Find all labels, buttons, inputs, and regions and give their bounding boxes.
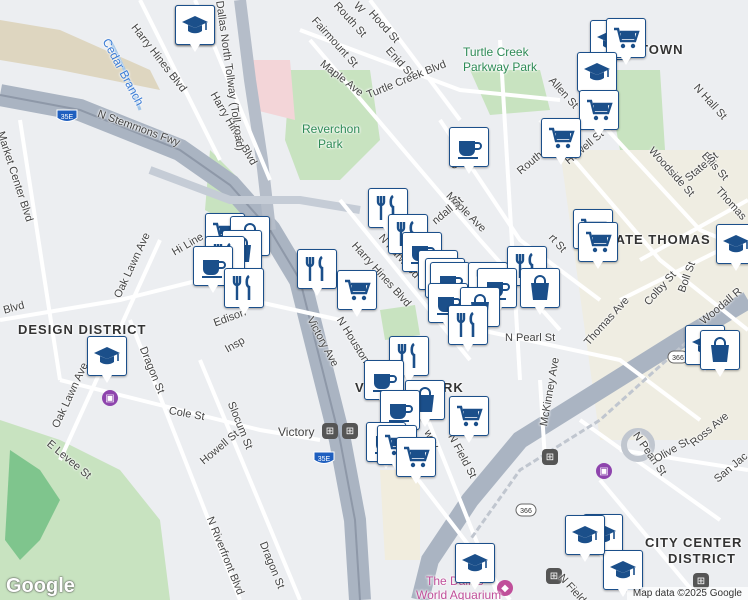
grocery-pin[interactable] bbox=[449, 396, 489, 443]
coffee-icon bbox=[385, 395, 415, 425]
district-label: CITY CENTER bbox=[645, 535, 743, 550]
svg-text:35E: 35E bbox=[61, 114, 74, 121]
museum-icon[interactable]: ▣ bbox=[596, 463, 612, 479]
cart-icon bbox=[546, 123, 576, 153]
map-attribution[interactable]: Map data ©2025 Google bbox=[626, 587, 748, 600]
svg-text:366: 366 bbox=[520, 508, 532, 515]
street-label: N Pearl St bbox=[505, 332, 556, 344]
restaurant-pin[interactable] bbox=[448, 305, 488, 352]
restaurant-pin[interactable] bbox=[297, 249, 337, 296]
grocery-pin[interactable] bbox=[578, 222, 618, 269]
coffee-icon bbox=[454, 132, 484, 162]
school-pin[interactable] bbox=[577, 52, 617, 99]
graduation-cap-icon bbox=[570, 520, 600, 550]
park-label: Reverchon bbox=[302, 122, 361, 136]
district-label: RK bbox=[443, 380, 464, 395]
park-label: Turtle Creek bbox=[463, 45, 529, 59]
park-label: Parkway Park bbox=[463, 60, 538, 74]
utensils-icon bbox=[453, 310, 483, 340]
svg-text:366: 366 bbox=[672, 355, 684, 362]
graduation-cap-icon bbox=[92, 341, 122, 371]
park-label: Park bbox=[318, 137, 343, 151]
grocery-pin[interactable] bbox=[541, 118, 581, 165]
school-pin[interactable] bbox=[175, 5, 215, 52]
interstate-shield: 35E bbox=[56, 109, 78, 130]
school-pin[interactable] bbox=[455, 543, 495, 590]
map-canvas[interactable]: 35E 35E 366 366 ▣ ▣ ◆ ⊞ ⊞ ⊞ ⊞ ⊞ DESIGN D… bbox=[0, 0, 748, 600]
interstate-shield: 35E bbox=[313, 451, 335, 472]
school-pin[interactable] bbox=[716, 224, 748, 271]
cafe-pin[interactable] bbox=[449, 127, 489, 174]
transit-station-icon[interactable]: ⊞ bbox=[322, 423, 338, 439]
school-pin[interactable] bbox=[603, 550, 643, 597]
district-label: DESIGN DISTRICT bbox=[18, 322, 147, 337]
station-label: Victory bbox=[278, 425, 315, 439]
cart-icon bbox=[342, 275, 372, 305]
cart-icon bbox=[611, 23, 641, 53]
shopping-pin[interactable] bbox=[700, 330, 740, 377]
transit-station-icon[interactable]: ⊞ bbox=[542, 449, 558, 465]
restaurant-pin[interactable] bbox=[224, 268, 264, 315]
graduation-cap-icon bbox=[460, 548, 490, 578]
transit-station-icon[interactable]: ⊞ bbox=[342, 423, 358, 439]
utensils-icon bbox=[302, 254, 332, 284]
shopping-bag-icon bbox=[705, 335, 735, 365]
grocery-pin[interactable] bbox=[396, 437, 436, 484]
graduation-cap-icon bbox=[582, 57, 612, 87]
aquarium-label: World Aquarium bbox=[416, 588, 502, 600]
cart-icon bbox=[401, 442, 431, 472]
school-pin[interactable] bbox=[565, 515, 605, 562]
cart-icon bbox=[583, 227, 613, 257]
svg-text:35E: 35E bbox=[318, 456, 331, 463]
google-logo: Google bbox=[6, 575, 75, 597]
graduation-cap-icon bbox=[721, 229, 748, 259]
museum-icon[interactable]: ▣ bbox=[102, 390, 118, 406]
school-pin[interactable] bbox=[87, 336, 127, 383]
graduation-cap-icon bbox=[180, 10, 210, 40]
cart-icon bbox=[454, 401, 484, 431]
grocery-pin[interactable] bbox=[579, 90, 619, 137]
district-label: DISTRICT bbox=[668, 551, 736, 566]
utensils-icon bbox=[229, 273, 259, 303]
shopping-bag-icon bbox=[525, 273, 555, 303]
grocery-pin[interactable] bbox=[337, 270, 377, 317]
cart-icon bbox=[584, 95, 614, 125]
shopping-pin[interactable] bbox=[520, 268, 560, 315]
graduation-cap-icon bbox=[608, 555, 638, 585]
highway-shield: 366 bbox=[515, 503, 537, 522]
